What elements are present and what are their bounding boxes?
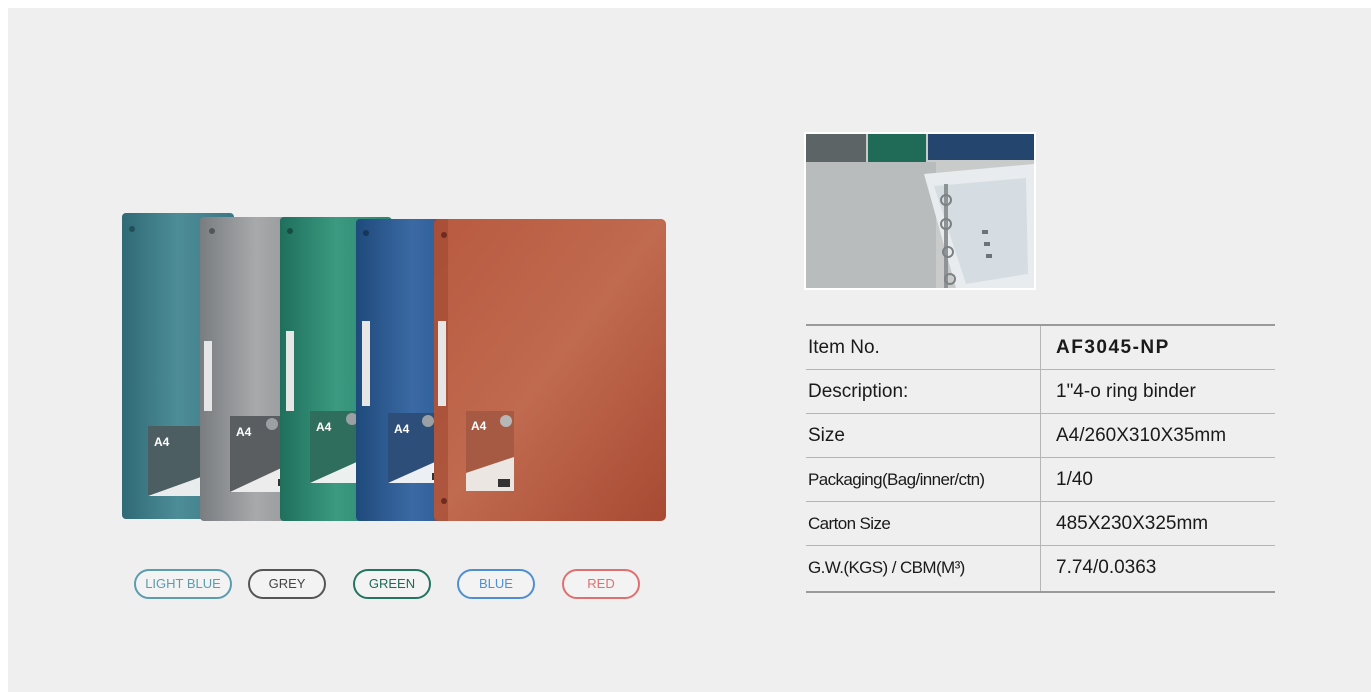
spec-value: 485X230X325mm	[1040, 502, 1275, 545]
spec-key: Description:	[808, 381, 909, 402]
color-chip-light-blue[interactable]: LIGHT BLUE	[134, 569, 232, 599]
spec-value: A4/260X310X35mm	[1040, 414, 1275, 457]
spec-key: Carton Size	[808, 514, 891, 533]
spec-key: Size	[808, 425, 845, 446]
svg-text:A4: A4	[154, 435, 170, 449]
color-chip-red[interactable]: RED	[562, 569, 640, 599]
color-chip-green[interactable]: GREEN	[353, 569, 431, 599]
spec-value: 1"4-o ring binder	[1040, 370, 1275, 413]
color-chip-grey[interactable]: GREY	[248, 569, 326, 599]
spec-value: 7.74/0.0363	[1040, 546, 1275, 591]
ring-mechanism-photo	[804, 132, 1036, 290]
spec-row-gw-cbm: G.W.(KGS) / CBM(M³) 7.74/0.0363	[806, 546, 1275, 591]
svg-text:A4: A4	[394, 422, 410, 436]
svg-text:A4: A4	[471, 419, 487, 433]
spec-table: Item No. AF3045-NP Description: 1"4-o ri…	[806, 324, 1275, 593]
spec-row-item-no: Item No. AF3045-NP	[806, 326, 1275, 370]
binder-red: A4	[434, 219, 666, 521]
binders-illustration: A4 A4 A4 A4 A4	[120, 211, 670, 531]
product-sheet: A4 A4 A4 A4 A4 LIGHT BLUE GREY GREEN BLU…	[8, 8, 1371, 692]
spec-row-carton-size: Carton Size 485X230X325mm	[806, 502, 1275, 546]
color-options: LIGHT BLUE GREY GREEN BLUE RED	[134, 569, 654, 605]
spec-key: Packaging(Bag/inner/ctn)	[808, 470, 985, 489]
spec-key: Item No.	[808, 337, 880, 358]
spec-row-description: Description: 1"4-o ring binder	[806, 370, 1275, 414]
spec-row-packaging: Packaging(Bag/inner/ctn) 1/40	[806, 458, 1275, 502]
spec-value: 1/40	[1040, 458, 1275, 501]
svg-text:A4: A4	[236, 425, 252, 439]
color-chip-blue[interactable]: BLUE	[457, 569, 535, 599]
spec-value: AF3045-NP	[1040, 326, 1275, 369]
spec-key: G.W.(KGS) / CBM(M³)	[808, 558, 965, 577]
spec-row-size: Size A4/260X310X35mm	[806, 414, 1275, 458]
svg-text:A4: A4	[316, 420, 332, 434]
